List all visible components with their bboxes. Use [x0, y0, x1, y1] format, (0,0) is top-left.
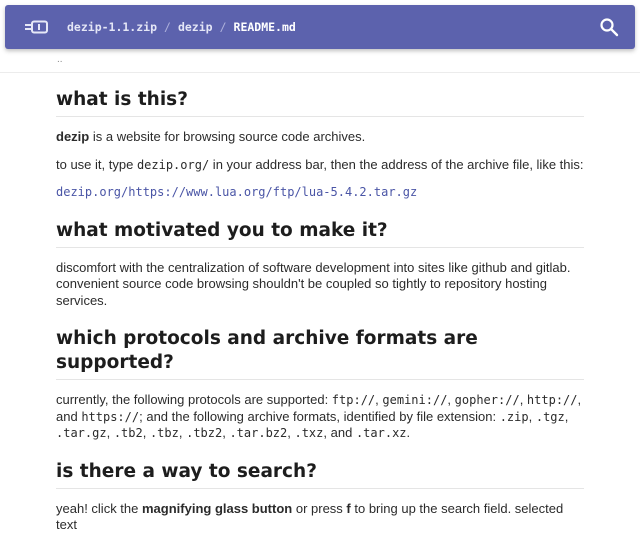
- zip-archive-icon[interactable]: [25, 20, 49, 34]
- breadcrumb-separator: /: [164, 20, 171, 34]
- example-link[interactable]: dezip.org/https://www.lua.org/ftp/lua-5.…: [56, 185, 417, 199]
- breadcrumb: dezip-1.1.zip / dezip / README.md: [67, 20, 296, 34]
- usage-text: to use it, type: [56, 156, 137, 172]
- intro-text: is a website for browsing source code ar…: [89, 129, 366, 144]
- parent-directory-link[interactable]: ..: [57, 54, 63, 65]
- heading-motivation: what motivated you to make it?: [56, 219, 584, 248]
- protocol-https: https://: [81, 409, 140, 424]
- breadcrumb-archive[interactable]: dezip-1.1.zip: [67, 20, 157, 34]
- heading-search: is there a way to search?: [56, 460, 584, 489]
- motivation-paragraph: discomfort with the centralization of so…: [56, 259, 571, 308]
- search-button-mention: magnifying glass button: [142, 500, 293, 516]
- ext-tb2: .tb2: [113, 426, 143, 440]
- magnifying-glass-icon[interactable]: [599, 17, 619, 37]
- ext-tar-gz: .tar.gz: [56, 426, 107, 440]
- protocol-ftp: ftp://: [331, 393, 376, 407]
- search-paragraph: yeah! click the magnifying glass button …: [56, 501, 584, 534]
- formats-text: ; and the following archive formats, ide…: [139, 408, 500, 424]
- protocols-paragraph: currently, the following protocols are s…: [56, 392, 582, 440]
- breadcrumb-separator: /: [219, 20, 227, 34]
- usage-paragraph: to use it, type dezip.org/ in your addre…: [56, 157, 584, 174]
- readme-content: what is this? dezip is a website for bro…: [56, 88, 584, 545]
- ext-tar-bz2: .tar.bz2: [229, 426, 288, 440]
- separator-text: ,: [519, 392, 527, 407]
- ext-txz: .txz: [294, 426, 324, 440]
- protocol-http: http://: [526, 393, 578, 407]
- breadcrumb-folder[interactable]: dezip: [178, 20, 213, 34]
- ext-tbz: .tbz: [149, 426, 179, 440]
- ext-zip: .zip: [499, 409, 529, 424]
- breadcrumb-current-file: README.md: [233, 20, 296, 34]
- separator-text: and: [330, 425, 353, 440]
- heading-what-is-this: what is this?: [56, 88, 584, 117]
- ext-tbz2: .tbz2: [186, 426, 223, 440]
- usage-text-rest: in your address bar, then the address of…: [209, 156, 584, 172]
- example-paragraph: dezip.org/https://www.lua.org/ftp/lua-5.…: [56, 184, 584, 201]
- protocol-gemini: gemini://: [382, 393, 448, 407]
- search-text-mid: or press: [292, 500, 347, 516]
- separator-text: ,: [447, 392, 455, 407]
- period-text: .: [406, 425, 411, 440]
- parent-directory-row: ..: [0, 53, 640, 73]
- top-bar: dezip-1.1.zip / dezip / README.md: [5, 5, 635, 49]
- search-text: yeah! click the: [56, 500, 142, 516]
- heading-protocols-formats: which protocols and archive formats are …: [56, 327, 584, 380]
- dezip-name: dezip: [56, 129, 90, 144]
- protocols-text: currently, the following protocols are s…: [56, 392, 332, 407]
- usage-code: dezip.org/: [136, 157, 210, 172]
- intro-paragraph: dezip is a website for browsing source c…: [56, 129, 584, 146]
- ext-tar-xz: .tar.xz: [355, 426, 407, 440]
- protocol-gopher: gopher://: [454, 393, 520, 407]
- ext-tgz: .tgz: [535, 409, 565, 424]
